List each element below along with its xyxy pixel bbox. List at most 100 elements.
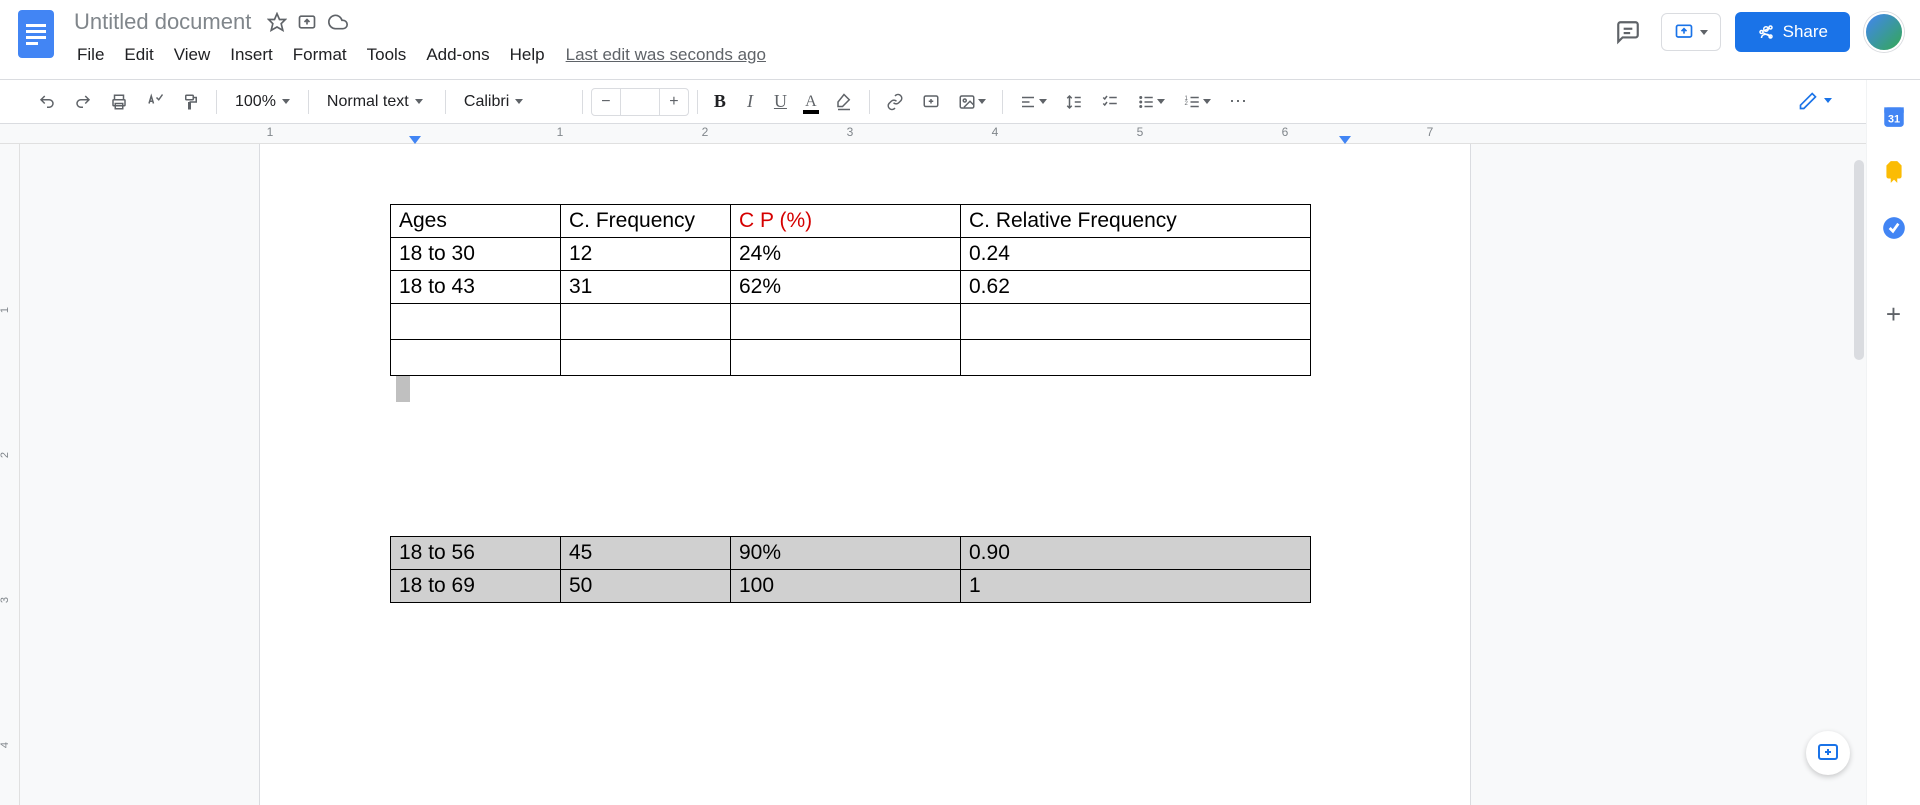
comments-icon[interactable] <box>1609 13 1647 51</box>
table-cell[interactable]: 18 to 30 <box>391 238 561 271</box>
font-size-increase[interactable]: + <box>660 89 688 115</box>
bold-button[interactable]: B <box>706 88 734 116</box>
add-addon-button[interactable]: + <box>1880 300 1908 328</box>
data-table-2[interactable]: 18 to 56 45 90% 0.90 18 to 69 50 100 1 <box>390 536 1311 603</box>
table-cell[interactable]: 100 <box>731 570 961 603</box>
spellcheck-button[interactable] <box>138 88 172 116</box>
insert-comment-button[interactable] <box>914 88 948 116</box>
table-row[interactable]: 18 to 43 31 62% 0.62 <box>391 271 1311 304</box>
table-row[interactable]: 18 to 69 50 100 1 <box>391 570 1311 603</box>
table-cell[interactable]: 18 to 56 <box>391 537 561 570</box>
paint-format-button[interactable] <box>174 88 208 116</box>
menu-help[interactable]: Help <box>501 41 554 69</box>
caret-down-icon <box>1203 99 1211 104</box>
scrollbar-thumb[interactable] <box>1854 160 1864 360</box>
font-size-input[interactable] <box>620 89 660 115</box>
table-header-cell[interactable]: Ages <box>391 205 561 238</box>
table-row[interactable] <box>391 304 1311 340</box>
table-header-cell[interactable]: C. Relative Frequency <box>961 205 1311 238</box>
table-cell[interactable]: 18 to 43 <box>391 271 561 304</box>
tasks-icon[interactable] <box>1880 214 1908 242</box>
ruler-right-marker[interactable] <box>1339 136 1351 144</box>
align-button[interactable] <box>1011 88 1055 116</box>
style-value: Normal text <box>327 93 409 111</box>
svg-text:2: 2 <box>1184 101 1188 107</box>
table-cell[interactable]: 0.90 <box>961 537 1311 570</box>
side-panel: 31 + <box>1866 80 1920 805</box>
docs-logo-icon[interactable] <box>16 8 56 60</box>
menu-addons[interactable]: Add-ons <box>417 41 498 69</box>
more-button[interactable]: ⋯ <box>1221 88 1257 116</box>
undo-button[interactable] <box>30 88 64 116</box>
ruler-mark: 1 <box>267 125 274 139</box>
caret-down-icon <box>1700 30 1708 35</box>
checklist-button[interactable] <box>1093 88 1127 116</box>
menu-file[interactable]: File <box>68 41 113 69</box>
table-cell[interactable]: 45 <box>561 537 731 570</box>
menu-tools[interactable]: Tools <box>358 41 416 69</box>
underline-button[interactable]: U <box>766 88 795 116</box>
editing-mode-button[interactable] <box>1784 85 1846 119</box>
table-cell[interactable]: 62% <box>731 271 961 304</box>
menu-insert[interactable]: Insert <box>221 41 282 69</box>
menu-view[interactable]: View <box>165 41 220 69</box>
document-page[interactable]: Ages C. Frequency C P (%) C. Relative Fr… <box>260 144 1470 805</box>
table-cell[interactable]: 1 <box>961 570 1311 603</box>
table-cell[interactable]: 0.62 <box>961 271 1311 304</box>
font-size-control: − + <box>591 88 689 116</box>
zoom-select[interactable]: 100% <box>225 89 300 115</box>
highlight-button[interactable] <box>827 88 861 116</box>
separator <box>445 90 446 114</box>
table-row[interactable] <box>391 340 1311 376</box>
insert-image-button[interactable] <box>950 88 994 116</box>
table-cell[interactable]: 90% <box>731 537 961 570</box>
add-comment-bubble[interactable] <box>1806 731 1850 775</box>
keep-icon[interactable] <box>1880 158 1908 186</box>
present-button[interactable] <box>1661 13 1721 51</box>
table-cell[interactable]: 31 <box>561 271 731 304</box>
cloud-status-icon[interactable] <box>327 12 349 32</box>
data-table-1[interactable]: Ages C. Frequency C P (%) C. Relative Fr… <box>390 204 1311 376</box>
text-color-button[interactable]: A <box>797 88 825 116</box>
vertical-ruler[interactable]: 1 2 3 4 <box>0 144 20 805</box>
italic-button[interactable]: I <box>736 88 764 116</box>
bullet-list-button[interactable] <box>1129 88 1173 116</box>
table-cell[interactable]: 50 <box>561 570 731 603</box>
separator <box>1002 90 1003 114</box>
font-size-decrease[interactable]: − <box>592 89 620 115</box>
print-button[interactable] <box>102 88 136 116</box>
separator <box>697 90 698 114</box>
table-header-cell[interactable]: C. Frequency <box>561 205 731 238</box>
share-button[interactable]: Share <box>1735 12 1850 52</box>
menu-format[interactable]: Format <box>284 41 356 69</box>
account-avatar[interactable] <box>1864 12 1904 52</box>
paragraph-style-select[interactable]: Normal text <box>317 89 437 115</box>
svg-text:31: 31 <box>1887 114 1899 126</box>
insert-link-button[interactable] <box>878 88 912 116</box>
menu-edit[interactable]: Edit <box>115 41 162 69</box>
table-cell[interactable]: 18 to 69 <box>391 570 561 603</box>
text-color-swatch <box>803 110 819 114</box>
ruler-indent-marker[interactable] <box>409 136 421 144</box>
horizontal-ruler[interactable]: 1 1 2 3 4 5 6 7 <box>0 124 1920 144</box>
font-select[interactable]: Calibri <box>454 89 574 115</box>
redo-button[interactable] <box>66 88 100 116</box>
table-row[interactable]: Ages C. Frequency C P (%) C. Relative Fr… <box>391 205 1311 238</box>
header-actions: Share <box>1609 12 1904 52</box>
star-icon[interactable] <box>267 12 287 32</box>
table-cell[interactable]: 0.24 <box>961 238 1311 271</box>
table-row[interactable]: 18 to 30 12 24% 0.24 <box>391 238 1311 271</box>
ruler-mark: 5 <box>1137 125 1144 139</box>
table-row[interactable]: 18 to 56 45 90% 0.90 <box>391 537 1311 570</box>
document-title[interactable]: Untitled document <box>68 7 257 37</box>
table-header-cell[interactable]: C P (%) <box>731 205 961 238</box>
last-edit-link[interactable]: Last edit was seconds ago <box>566 45 766 65</box>
line-spacing-button[interactable] <box>1057 88 1091 116</box>
calendar-icon[interactable]: 31 <box>1880 102 1908 130</box>
paragraph-gap[interactable] <box>390 376 1340 536</box>
table-cell[interactable]: 12 <box>561 238 731 271</box>
move-icon[interactable] <box>297 12 317 32</box>
caret-down-icon <box>515 99 523 104</box>
numbered-list-button[interactable]: 12 <box>1175 88 1219 116</box>
table-cell[interactable]: 24% <box>731 238 961 271</box>
